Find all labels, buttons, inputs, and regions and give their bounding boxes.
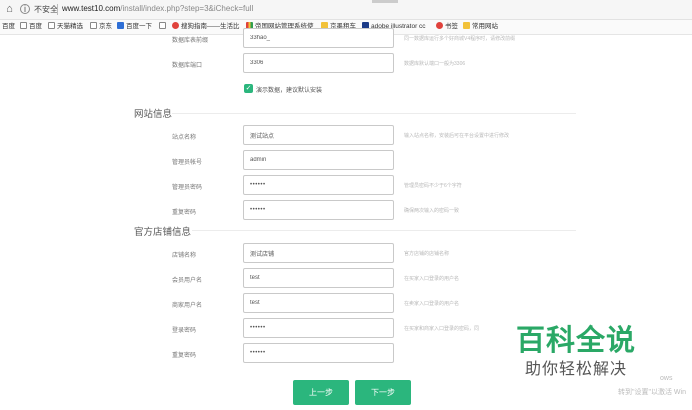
repeat-password-label: 重复密码 — [172, 210, 197, 216]
windows-activation-line1: ows — [660, 375, 673, 382]
sogou-icon — [436, 22, 443, 29]
admin-password-label: 管理员密码 — [172, 185, 203, 191]
bookmark-item[interactable]: 百度 — [2, 22, 15, 32]
info-icon[interactable]: i — [20, 4, 30, 14]
db-port-label: 数据库端口 — [172, 63, 203, 69]
bookmark-item[interactable]: 百度一下 — [117, 22, 152, 32]
address-bar: ⌂ i 不安全 www.test10.com/install/index.php… — [0, 0, 692, 20]
store-name-input[interactable] — [243, 243, 394, 263]
bookmark-item[interactable]: 天猫精选 — [48, 22, 83, 32]
divider — [57, 4, 58, 15]
db-port-hint: 数据库默认端口一般为3306 — [404, 61, 466, 67]
db-prefix-label: 数据库表前缀 — [172, 38, 209, 44]
bookmark-label: 百度 — [2, 23, 15, 30]
site-name-label: 站点名称 — [172, 135, 197, 141]
db-prefix-input[interactable] — [243, 28, 394, 48]
section-divider — [192, 230, 576, 231]
login-password-input[interactable] — [243, 318, 394, 338]
store-name-hint: 官方店铺的店铺名称 — [404, 251, 450, 257]
bookmark-label: 京东 — [99, 23, 112, 30]
site-name-hint: 输入站点名称，安装后可在平台设置中进行修改 — [404, 133, 510, 139]
member-username-input[interactable] — [243, 268, 394, 288]
bookmark-label: 搜狗指南——生活比 — [181, 23, 240, 30]
page-icon — [159, 22, 166, 29]
bookmark-item[interactable]: 百度 — [20, 22, 42, 32]
bookmark-item[interactable]: 搜狗指南——生活比 — [172, 22, 240, 32]
bookmark-item[interactable]: 常用网站 — [463, 22, 498, 32]
admin-password-hint: 管理员密码不少于6个字符 — [404, 183, 462, 189]
admin-password-input[interactable] — [243, 175, 394, 195]
home-icon[interactable]: ⌂ — [3, 3, 16, 16]
tab-strip — [372, 0, 398, 3]
bookmark-label: 百度 — [29, 23, 42, 30]
site-section-title: 网站信息 — [134, 109, 173, 120]
bookmark-label: 常用网站 — [472, 23, 498, 30]
baidu-icon — [117, 22, 124, 29]
site-name-input[interactable] — [243, 125, 394, 145]
bookmark-label: 书签 — [445, 23, 458, 30]
admin-account-label: 管理员帐号 — [172, 160, 203, 166]
repeat-password-hint: 确保两次输入的密码一致 — [404, 208, 460, 214]
login-password-label: 登录密码 — [172, 328, 197, 334]
folder-icon — [463, 22, 470, 29]
seller-username-label: 商家用户名 — [172, 303, 203, 309]
insecure-label: 不安全 — [34, 5, 58, 14]
sogou-icon — [172, 22, 179, 29]
page-icon — [90, 22, 97, 29]
url-host: www.test10.com — [62, 4, 121, 13]
store-repeat-password-label: 重复密码 — [172, 353, 197, 359]
bookmark-item[interactable]: 书签 — [436, 22, 458, 32]
url-field[interactable]: www.test10.com/install/index.php?step=3&… — [62, 4, 253, 13]
store-section-title: 官方店铺信息 — [134, 227, 192, 238]
page-icon — [48, 22, 55, 29]
windows-activation-line2: 转到"设置"以激活 Win — [618, 389, 686, 396]
member-username-label: 会员用户名 — [172, 278, 203, 284]
checkbox-checked-icon[interactable]: ✓ — [244, 84, 253, 93]
next-step-button[interactable]: 下一步 — [355, 380, 411, 405]
admin-account-input[interactable] — [243, 150, 394, 170]
section-divider — [172, 113, 576, 114]
bookmark-label: 百度一下 — [126, 23, 152, 30]
db-prefix-hint: 同一数据库运行多个好商城V4程序时，请修改前缀 — [404, 36, 516, 42]
store-repeat-password-input[interactable] — [243, 343, 394, 363]
seller-username-input[interactable] — [243, 293, 394, 313]
demo-data-label: 演示数据，建议默认安装 — [256, 88, 323, 94]
watermark-subtitle: 助你轻松解决 — [525, 361, 628, 378]
url-path: /install/index.php?step=3&iCheck=full — [120, 4, 254, 13]
bookmark-item[interactable] — [159, 22, 168, 32]
member-username-hint: 在买家入口登录的用户名 — [404, 276, 460, 282]
prev-step-button[interactable]: 上一步 — [293, 380, 349, 405]
bookmark-label: 天猫精选 — [57, 23, 83, 30]
page-icon — [20, 22, 27, 29]
repeat-password-input[interactable] — [243, 200, 394, 220]
db-port-input[interactable] — [243, 53, 394, 73]
watermark-title: 百科全说 — [516, 325, 637, 357]
seller-username-hint: 在卖家入口登录的用户名 — [404, 301, 460, 307]
store-name-label: 店铺名称 — [172, 253, 197, 259]
login-password-hint: 在买家和商家入口登录的密码，同 — [404, 326, 480, 332]
bookmark-item[interactable]: 京东 — [90, 22, 112, 32]
